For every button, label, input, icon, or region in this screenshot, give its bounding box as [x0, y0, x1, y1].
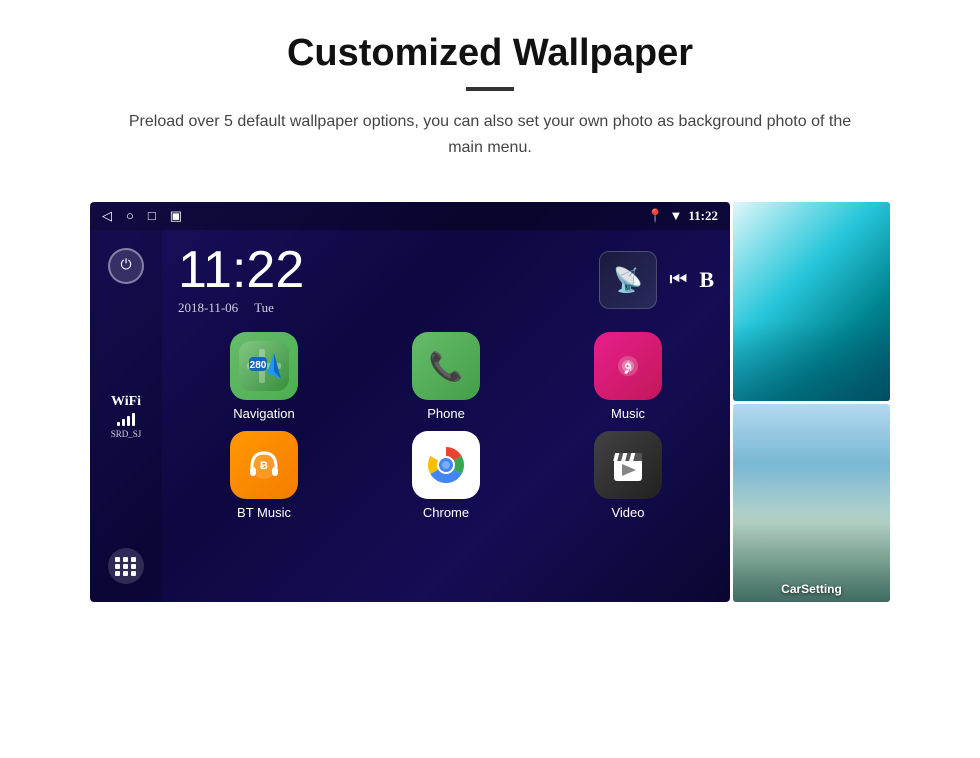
status-bar-left: ◁ ○ □ ▣: [102, 208, 182, 224]
wifi-signal-icon: 📡: [613, 266, 643, 295]
apps-dot: [123, 557, 128, 562]
svg-text:280: 280: [250, 360, 267, 371]
music-app-label: Music: [611, 406, 645, 421]
back-nav-icon[interactable]: ◁: [102, 208, 112, 224]
apps-dot: [123, 571, 128, 576]
apps-dot: [115, 571, 120, 576]
page-subtitle: Preload over 5 default wallpaper options…: [110, 109, 870, 160]
wallpaper-bridge-panel[interactable]: CarSetting: [733, 404, 890, 603]
wallpaper-glacier-panel[interactable]: [733, 202, 890, 401]
wifi-bar-3: [127, 416, 130, 426]
prev-track-icon[interactable]: ⏮: [669, 269, 687, 292]
apps-grid-button[interactable]: [108, 548, 144, 584]
svg-text:Ƀ: Ƀ: [260, 460, 268, 472]
android-container: ◁ ○ □ ▣ 📍 ▼ 11:22 ⏻ WiFi: [90, 202, 890, 602]
glacier-visual: [733, 202, 890, 401]
screenshot-icon[interactable]: ▣: [170, 208, 182, 224]
recents-nav-icon[interactable]: □: [148, 208, 156, 224]
app-item-phone[interactable]: 📞 Phone: [360, 332, 532, 421]
clock-block: 11:22 2018-11-06 Tue: [178, 244, 583, 316]
app-item-video[interactable]: Video: [542, 431, 714, 520]
android-screen: ◁ ○ □ ▣ 📍 ▼ 11:22 ⏻ WiFi: [90, 202, 730, 602]
navigation-app-icon: 280: [230, 332, 298, 400]
carsetting-label: CarSetting: [733, 582, 890, 596]
clock-day-value: Tue: [254, 300, 274, 316]
wifi-bars: [111, 412, 142, 426]
status-bar-right: 📍 ▼ 11:22: [647, 208, 718, 224]
music-app-icon: ♪: [594, 332, 662, 400]
apps-dot: [115, 564, 120, 569]
apps-dots-grid: [115, 557, 137, 576]
chrome-app-label: Chrome: [423, 505, 469, 520]
app-grid: 280 Navigation 📞: [162, 326, 730, 532]
app-item-bt-music[interactable]: Ƀ BT Music: [178, 431, 350, 520]
wifi-bar-1: [117, 422, 120, 426]
bluetooth-text-icon: B: [699, 267, 714, 293]
wifi-ssid: SRD_SJ: [111, 429, 142, 439]
app-item-music[interactable]: ♪ Music: [542, 332, 714, 421]
svg-text:📞: 📞: [429, 348, 464, 383]
media-app-icon[interactable]: 📡: [599, 251, 657, 309]
page-title: Customized Wallpaper: [60, 32, 920, 75]
power-button[interactable]: ⏻: [108, 248, 144, 284]
apps-dot: [131, 564, 136, 569]
media-icons: 📡 ⏮ B: [599, 251, 714, 309]
left-sidebar: ⏻ WiFi SRD_SJ: [90, 230, 162, 602]
chrome-app-icon: [412, 431, 480, 499]
bt-music-app-icon: Ƀ: [230, 431, 298, 499]
main-area: 11:22 2018-11-06 Tue 📡 ⏮ B: [162, 230, 730, 602]
status-time: 11:22: [688, 208, 718, 224]
clock-section: 11:22 2018-11-06 Tue 📡 ⏮ B: [162, 230, 730, 326]
apps-dot: [123, 564, 128, 569]
navigation-app-label: Navigation: [233, 406, 294, 421]
home-nav-icon[interactable]: ○: [126, 208, 134, 224]
bridge-visual: [733, 404, 890, 603]
app-item-chrome[interactable]: Chrome: [360, 431, 532, 520]
clock-date-value: 2018-11-06: [178, 300, 238, 316]
signal-icon: ▼: [670, 208, 683, 224]
screen-content: ⏻ WiFi SRD_SJ: [90, 230, 730, 602]
header-section: Customized Wallpaper Preload over 5 defa…: [0, 0, 980, 180]
svg-text:♪: ♪: [623, 354, 634, 379]
video-app-icon: [594, 431, 662, 499]
apps-dot: [131, 571, 136, 576]
phone-app-icon: 📞: [412, 332, 480, 400]
phone-app-label: Phone: [427, 406, 465, 421]
location-icon: 📍: [647, 208, 663, 224]
wifi-label: WiFi: [111, 394, 142, 410]
app-item-navigation[interactable]: 280 Navigation: [178, 332, 350, 421]
wifi-bar-2: [122, 419, 125, 426]
apps-dot: [131, 557, 136, 562]
clock-time: 11:22: [178, 244, 583, 296]
clock-date: 2018-11-06 Tue: [178, 300, 583, 316]
status-bar: ◁ ○ □ ▣ 📍 ▼ 11:22: [90, 202, 730, 230]
title-divider: [466, 87, 514, 91]
bt-music-app-label: BT Music: [237, 505, 291, 520]
power-icon: ⏻: [120, 258, 131, 274]
apps-dot: [115, 557, 120, 562]
wifi-section: WiFi SRD_SJ: [111, 394, 142, 439]
video-app-label: Video: [611, 505, 644, 520]
wifi-bar-4: [132, 413, 135, 426]
wallpaper-panels: CarSetting: [733, 202, 890, 602]
